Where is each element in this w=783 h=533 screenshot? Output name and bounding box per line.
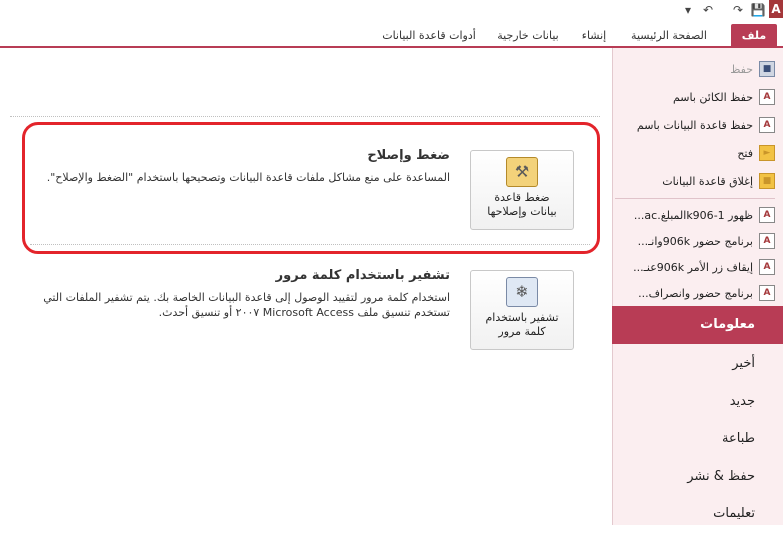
close-database-command[interactable]: ■ إغلاق قاعدة البيانات bbox=[615, 170, 775, 192]
recent-file-item[interactable]: A إيقاف زر الأمر 906kعنـ... bbox=[615, 256, 775, 278]
backstage-sidebar: ■ حفظ A حفظ الكائن باسم A حفظ قاعدة البي… bbox=[612, 48, 783, 525]
close-database-label: إغلاق قاعدة البيانات bbox=[662, 174, 753, 188]
access-file-icon: A bbox=[759, 285, 775, 301]
nav-recent[interactable]: أخير bbox=[612, 345, 783, 383]
save-database-as-icon: A bbox=[759, 117, 775, 133]
tab-external-data[interactable]: بيانات خارجية bbox=[493, 27, 563, 47]
recent-file-label: برنامج حضور 906kوانـ... bbox=[637, 234, 753, 248]
nav-info[interactable]: معلومات bbox=[612, 306, 783, 344]
access-file-icon: A bbox=[759, 259, 775, 275]
open-folder-icon: ► bbox=[759, 145, 775, 161]
recent-file-label: برنامج حضور وانصراف... bbox=[638, 286, 753, 300]
save-database-as-command[interactable]: A حفظ قاعدة البيانات باسم bbox=[615, 114, 775, 136]
save-object-as-label: حفظ الكائن باسم bbox=[672, 90, 753, 104]
tab-create[interactable]: إنشاء bbox=[573, 27, 615, 47]
tab-home[interactable]: الصفحة الرئيسية bbox=[621, 27, 717, 47]
encrypt-button-label-1: تشفير باستخدام bbox=[485, 311, 559, 324]
tab-database-tools[interactable]: أدوات قاعدة البيانات bbox=[373, 27, 485, 47]
recent-file-item[interactable]: A برنامج حضور 906kوانـ... bbox=[615, 230, 775, 252]
save-object-as-command[interactable]: A حفظ الكائن باسم bbox=[615, 86, 775, 108]
open-label: فتح bbox=[737, 146, 753, 160]
open-command[interactable]: ► فتح bbox=[615, 142, 775, 164]
recent-file-item[interactable]: A ظهور 1-k906المبلغ.ac... bbox=[615, 204, 775, 226]
encrypt-description: استخدام كلمة مرور لتقييد الوصول إلى قاعد… bbox=[43, 291, 450, 319]
nav-save-publish[interactable]: حفظ & نشر bbox=[612, 458, 783, 496]
access-file-icon: A bbox=[759, 233, 775, 249]
section-divider bbox=[10, 116, 600, 117]
save-icon: ■ bbox=[759, 61, 775, 77]
recent-file-label: إيقاف زر الأمر 906kعنـ... bbox=[633, 260, 753, 274]
access-logo: A bbox=[769, 0, 783, 18]
info-panel: ⚒ ضغط قاعدة بيانات وإصلاحها ضغط وإصلاح ا… bbox=[0, 48, 612, 525]
ribbon-tabs: ملف الصفحة الرئيسية إنشاء بيانات خارجية … bbox=[0, 22, 783, 48]
redo-icon[interactable]: ↷ bbox=[729, 2, 747, 18]
highlight-annotation bbox=[22, 122, 600, 254]
encrypt-section: ❄ تشفير باستخدام كلمة مرور تشفير باستخدا… bbox=[14, 266, 574, 360]
save-icon[interactable]: 💾 bbox=[749, 2, 767, 18]
undo-icon[interactable]: ↶ bbox=[699, 2, 717, 18]
save-label: حفظ bbox=[730, 62, 753, 76]
encrypt-button-label-2: كلمة مرور bbox=[498, 325, 546, 338]
access-file-icon: A bbox=[759, 207, 775, 223]
save-database-as-label: حفظ قاعدة البيانات باسم bbox=[636, 118, 753, 132]
quick-access-toolbar: A 💾 ↷ ↶ ▾ bbox=[0, 0, 783, 22]
customize-icon[interactable]: ▾ bbox=[681, 2, 695, 18]
sidebar-separator bbox=[615, 198, 775, 199]
save-command[interactable]: ■ حفظ bbox=[615, 58, 775, 80]
nav-new[interactable]: جديد bbox=[612, 383, 783, 421]
nav-print[interactable]: طباعة bbox=[612, 420, 783, 458]
encrypt-title: تشفير باستخدام كلمة مرور bbox=[275, 268, 450, 283]
save-object-as-icon: A bbox=[759, 89, 775, 105]
encrypt-database-icon: ❄ bbox=[506, 277, 538, 307]
tab-file[interactable]: ملف bbox=[731, 24, 777, 48]
recent-file-label: ظهور 1-k906المبلغ.ac... bbox=[633, 208, 753, 222]
close-database-icon: ■ bbox=[759, 173, 775, 189]
nav-help[interactable]: تعليمات bbox=[612, 495, 783, 533]
encrypt-password-button[interactable]: ❄ تشفير باستخدام كلمة مرور bbox=[470, 270, 574, 350]
recent-file-item[interactable]: A برنامج حضور وانصراف... bbox=[615, 282, 775, 304]
